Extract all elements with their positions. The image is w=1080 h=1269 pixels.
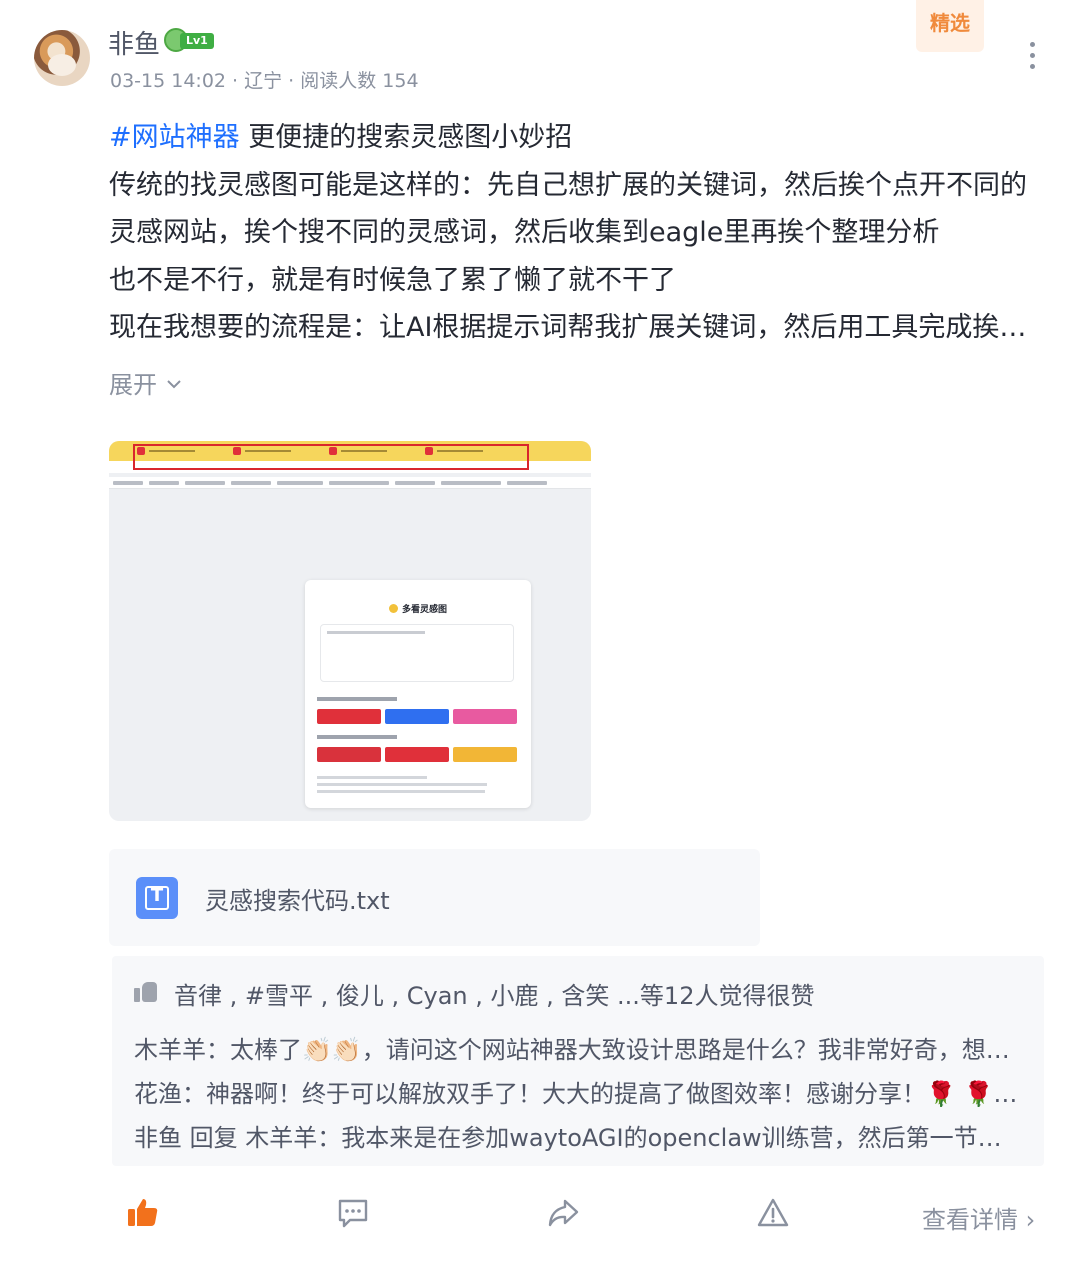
content-line: 也不是不行，就是有时候急了累了懒了就不干了 xyxy=(109,264,676,296)
expand-label: 展开 xyxy=(109,371,157,399)
inspiration-tool-card: 多看灵感图 xyxy=(305,580,531,808)
author-name[interactable]: 非鱼 xyxy=(108,24,160,61)
like-button[interactable] xyxy=(126,1196,166,1236)
comment-author[interactable]: 木羊羊 xyxy=(134,1036,206,1064)
share-button[interactable] xyxy=(546,1196,586,1236)
section-label xyxy=(317,697,397,701)
content-line: 传统的找灵感图可能是这样的：先自己想扩展的关键词，然后挨个点开不同的 xyxy=(109,169,1027,201)
tool-button xyxy=(453,747,517,762)
tool-button xyxy=(317,747,381,762)
tool-button xyxy=(385,709,449,724)
comment-author[interactable]: 花渔 xyxy=(134,1080,182,1108)
file-name: 灵感搜索代码.txt xyxy=(205,887,390,915)
level-label: Lv1 xyxy=(180,33,214,49)
tab-highlight-box xyxy=(133,444,529,470)
comment-text: ：神器啊！终于可以解放双手了！大大的提高了做图效率！感谢分享！🌹 🌹 🌹 xyxy=(182,1080,1024,1108)
chevron-down-icon xyxy=(166,380,181,389)
text-file-icon xyxy=(136,877,178,919)
more-options-icon[interactable] xyxy=(1022,42,1042,72)
view-details-link[interactable]: 查看详情 › xyxy=(922,1200,1035,1235)
post-title: 更便捷的搜索灵感图小妙招 xyxy=(239,122,573,153)
tool-button xyxy=(453,709,517,724)
expand-button[interactable]: 展开 xyxy=(109,365,183,400)
author-avatar[interactable] xyxy=(34,30,90,86)
comment-item[interactable]: 花渔：神器啊！终于可以解放双手了！大大的提高了做图效率！感谢分享！🌹 🌹 🌹 xyxy=(134,1074,1024,1109)
share-icon xyxy=(548,1199,579,1227)
comment-author[interactable]: 非鱼 xyxy=(134,1124,182,1152)
section-label xyxy=(317,735,397,739)
note-line xyxy=(317,783,487,786)
tool-textarea xyxy=(320,624,514,682)
note-line xyxy=(317,790,485,793)
post-meta: 03-15 14:02 · 辽宁 · 阅读人数 154 xyxy=(110,70,419,92)
interaction-panel: 音律 , #雪平 , 俊儿 , Cyan , 小鹿 , 含笑 ...等12人觉得… xyxy=(112,956,1044,1166)
thumbs-up-icon xyxy=(134,980,158,1004)
content-line: 灵感网站，挨个搜不同的灵感词，然后收集到eagle里再挨个整理分析 xyxy=(109,217,940,248)
action-bar: 查看详情 › xyxy=(0,1180,1080,1250)
comment-text: ：我本来是在参加waytoAGI的openclaw训练营，然后第一节课作… xyxy=(317,1124,1024,1152)
likes-list[interactable]: 音律 , #雪平 , 俊儿 , Cyan , 小鹿 , 含笑 ...等12人觉得… xyxy=(174,976,814,1011)
post-image[interactable]: 多看灵感图 xyxy=(109,441,591,821)
content-line: 现在我想要的流程是：让AI根据提示词帮我扩展关键词，然后用工具完成挨… xyxy=(109,312,1027,343)
tool-button xyxy=(317,709,381,724)
reply-target[interactable]: 木羊羊 xyxy=(245,1124,317,1152)
featured-badge: 精选 xyxy=(916,0,984,52)
post-title-line: #网站神器 更便捷的搜索灵感图小妙招 xyxy=(109,114,1039,162)
tool-button xyxy=(385,747,449,762)
hashtag-link[interactable]: #网站神器 xyxy=(109,122,240,153)
file-attachment[interactable]: 灵感搜索代码.txt xyxy=(109,849,760,946)
comment-icon xyxy=(338,1199,368,1228)
report-button[interactable] xyxy=(756,1196,796,1236)
note-line xyxy=(317,776,427,779)
bookmark-bar xyxy=(109,477,591,489)
warning-icon xyxy=(757,1198,789,1227)
thumbs-up-icon xyxy=(128,1199,158,1226)
level-badge: Lv1 xyxy=(164,28,214,52)
reply-label: 回复 xyxy=(182,1124,246,1152)
post-content: #网站神器 更便捷的搜索灵感图小妙招 传统的找灵感图可能是这样的：先自己想扩展的… xyxy=(109,114,1039,352)
comment-button[interactable] xyxy=(336,1196,376,1236)
comment-item[interactable]: 木羊羊：太棒了👏🏻👏🏻，请问这个网站神器大致设计思路是什么？我非常好奇，想… xyxy=(134,1030,1024,1065)
comment-text: ：太棒了👏🏻👏🏻，请问这个网站神器大致设计思路是什么？我非常好奇，想… xyxy=(206,1036,1010,1064)
comment-item[interactable]: 非鱼 回复 木羊羊：我本来是在参加waytoAGI的openclaw训练营，然后… xyxy=(134,1118,1024,1153)
tool-title: 多看灵感图 xyxy=(305,602,531,615)
